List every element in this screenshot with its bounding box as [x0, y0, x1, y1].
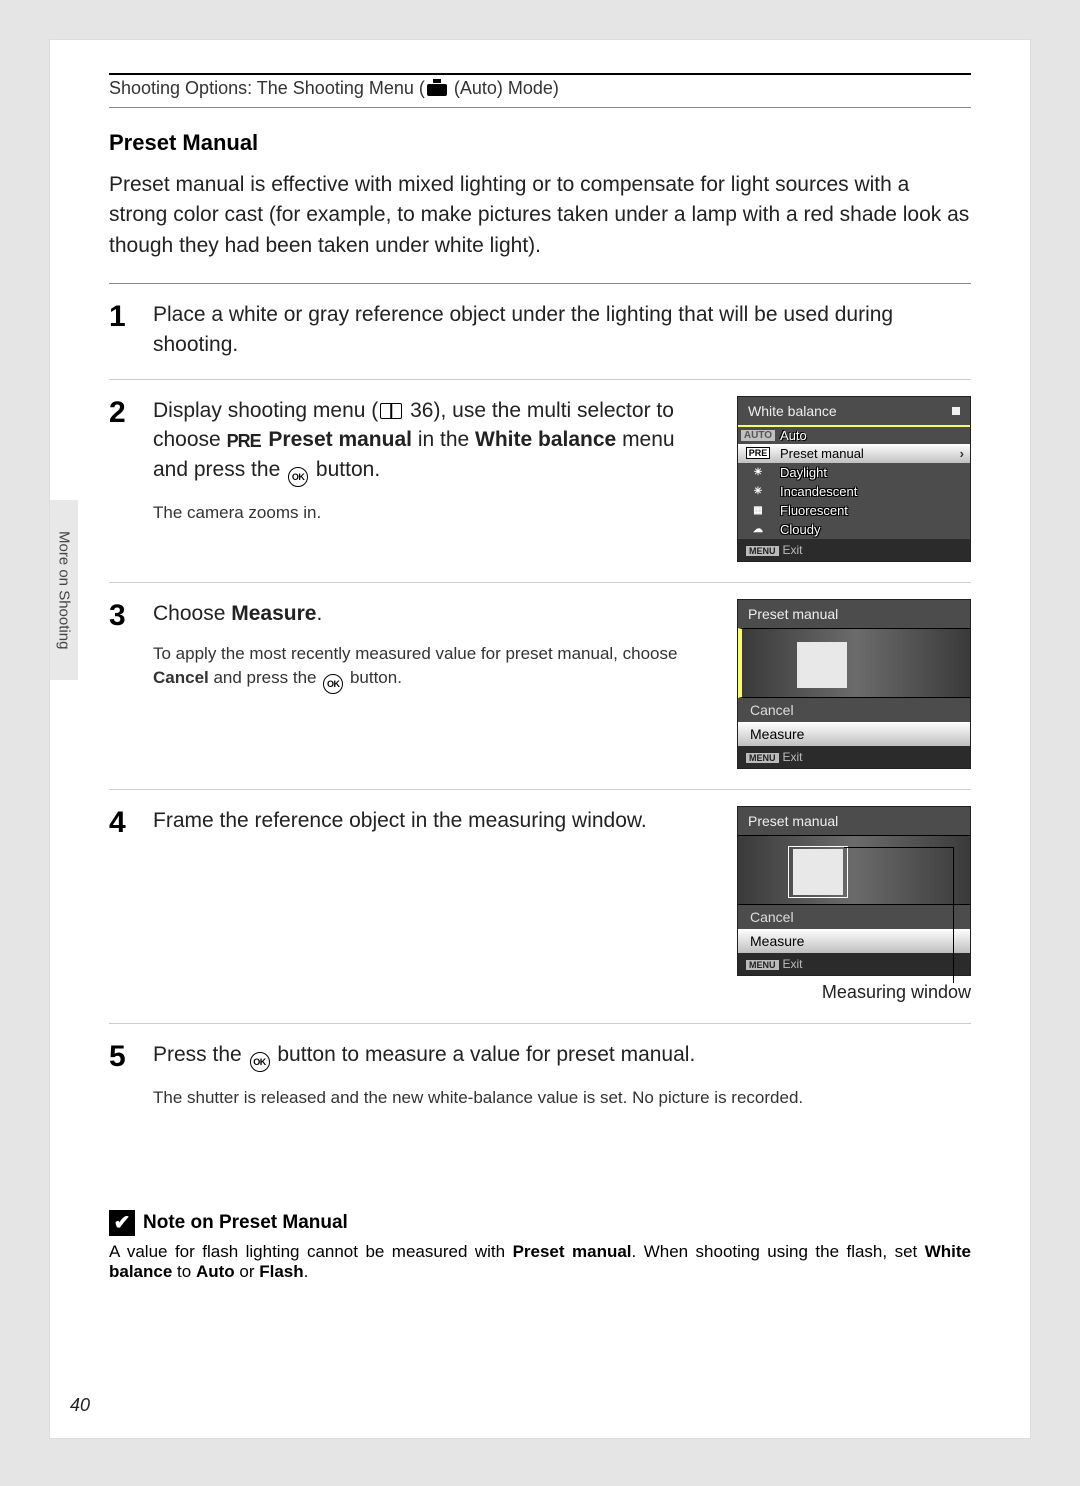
- pm-row-cancel: Cancel: [738, 905, 970, 929]
- step-1: 1 Place a white or gray reference object…: [109, 284, 971, 380]
- wb-list: AUTOAuto PREPreset manual ☀Daylight ✳Inc…: [738, 425, 970, 539]
- pm-title: Preset manual: [738, 807, 970, 835]
- step-5-text: Press the button to measure a value for …: [153, 1040, 971, 1072]
- note-title: ✔ Note on Preset Manual: [109, 1210, 971, 1236]
- wb-menu-footer: MENUExit: [738, 539, 970, 561]
- wb-row-auto: AUTOAuto: [738, 425, 970, 444]
- step-1-text: Place a white or gray reference object u…: [153, 300, 971, 359]
- pm-row-measure-selected: Measure: [738, 929, 970, 953]
- leader-line-h: [844, 847, 954, 848]
- step-3: 3 Choose Measure. To apply the most rece…: [109, 583, 971, 790]
- step-4: 4 Frame the reference object in the meas…: [109, 790, 971, 1024]
- pm-viewfinder: [738, 628, 970, 698]
- step-number: 5: [109, 1040, 153, 1110]
- white-reference-object: [797, 642, 847, 688]
- step-5-sub: The shutter is released and the new whit…: [153, 1086, 971, 1110]
- ok-button-icon: [323, 674, 343, 694]
- pm-row-measure-selected: Measure: [738, 722, 970, 746]
- wb-menu-screen: White balance AUTOAuto PREPreset manual …: [737, 396, 971, 562]
- page-number: 40: [70, 1395, 90, 1416]
- note-body: A value for flash lighting cannot be mea…: [109, 1242, 971, 1282]
- pm-row-cancel: Cancel: [738, 698, 970, 722]
- intro-text: Preset manual is effective with mixed li…: [109, 170, 971, 261]
- ok-button-icon: [288, 467, 308, 487]
- preset-manual-screen: Preset manual Cancel Measure MENUExit: [737, 599, 971, 769]
- step-2: 2 Display shooting menu ( 36), use the m…: [109, 380, 971, 583]
- wb-row-incandescent: ✳Incandescent: [738, 482, 970, 501]
- pre-icon: PRE: [227, 429, 261, 454]
- pm-viewfinder: [738, 835, 970, 905]
- pm-footer: MENUExit: [738, 746, 970, 768]
- step-3-text: Choose Measure.: [153, 599, 715, 628]
- measuring-window-caption: Measuring window: [737, 976, 971, 1003]
- pm-title: Preset manual: [738, 600, 970, 628]
- breadcrumb-pre: Shooting Options: The Shooting Menu (: [109, 78, 425, 98]
- measuring-window-frame: [788, 846, 848, 898]
- breadcrumb-post: (Auto) Mode): [449, 78, 559, 98]
- step-2-sub: The camera zooms in.: [153, 501, 715, 525]
- wb-row-cloudy: ☁Cloudy: [738, 520, 970, 539]
- wb-row-fluorescent: ▦Fluorescent: [738, 501, 970, 520]
- step-3-figure: Preset manual Cancel Measure MENUExit: [737, 599, 971, 769]
- step-2-text: Display shooting menu ( 36), use the mul…: [153, 396, 715, 487]
- camera-icon: [427, 82, 447, 96]
- wb-row-preset-selected: PREPreset manual: [738, 444, 970, 463]
- step-number: 3: [109, 599, 153, 769]
- note-block: ✔ Note on Preset Manual A value for flas…: [109, 1210, 971, 1282]
- step-number: 2: [109, 396, 153, 562]
- ok-button-icon: [250, 1052, 270, 1072]
- step-number: 1: [109, 300, 153, 359]
- side-tab: More on Shooting: [50, 500, 78, 680]
- step-4-text: Frame the reference object in the measur…: [153, 806, 715, 835]
- menu-indicator-icon: [952, 407, 960, 415]
- header-rule: [109, 73, 971, 75]
- steps: 1 Place a white or gray reference object…: [109, 283, 971, 1130]
- breadcrumb: Shooting Options: The Shooting Menu ( (A…: [109, 78, 971, 108]
- step-5: 5 Press the button to measure a value fo…: [109, 1024, 971, 1130]
- content: Preset Manual Preset manual is effective…: [50, 130, 1030, 1282]
- manual-page: More on Shooting Shooting Options: The S…: [49, 39, 1031, 1439]
- section-title: Preset Manual: [109, 130, 971, 156]
- leader-line-v: [953, 847, 954, 983]
- wb-row-daylight: ☀Daylight: [738, 463, 970, 482]
- pm-footer: MENUExit: [738, 953, 970, 975]
- wb-menu-title: White balance: [748, 403, 837, 419]
- side-tab-label: More on Shooting: [56, 531, 73, 649]
- step-2-figure: White balance AUTOAuto PREPreset manual …: [737, 396, 971, 562]
- step-3-sub: To apply the most recently measured valu…: [153, 642, 715, 694]
- preset-manual-screen-2: Preset manual Cancel Measure MENUExit: [737, 806, 971, 976]
- page-ref-icon: [380, 403, 402, 419]
- step-4-figure: Preset manual Cancel Measure MENUExit M: [737, 806, 971, 1003]
- step-number: 4: [109, 806, 153, 1003]
- note-check-icon: ✔: [109, 1210, 135, 1236]
